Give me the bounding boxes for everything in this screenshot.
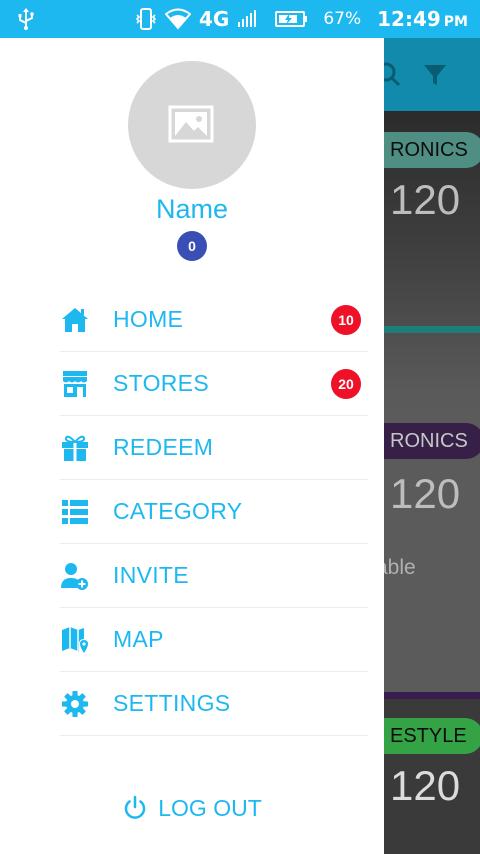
background-toolbar — [384, 38, 480, 111]
menu-item-label: STORES — [113, 370, 209, 396]
home-icon — [62, 308, 88, 332]
battery-percent: 67% — [323, 9, 362, 29]
menu-item-label: HOME — [113, 306, 184, 332]
card-divider — [384, 326, 480, 333]
usb-icon — [18, 8, 34, 30]
card-value: 120 — [390, 470, 461, 517]
menu-item-label: SETTINGS — [113, 690, 231, 716]
store-icon — [63, 371, 87, 397]
gift-icon — [62, 435, 88, 461]
count-badge: 20 — [331, 369, 361, 399]
clock-ampm: PM — [443, 14, 468, 30]
menu-item-label: INVITE — [113, 562, 189, 588]
signal-icon — [238, 10, 257, 27]
card-divider — [384, 692, 480, 699]
gear-icon — [62, 691, 88, 717]
vibrate-icon — [135, 8, 157, 30]
menu-item-invite[interactable]: INVITE — [60, 544, 368, 608]
category-pill: RONICS — [384, 423, 480, 459]
category-pill: RONICS — [384, 132, 480, 168]
menu-item-category[interactable]: CATEGORY — [60, 480, 368, 544]
points-badge: 0 — [177, 231, 207, 261]
image-placeholder-icon — [168, 105, 214, 143]
menu-item-label: CATEGORY — [113, 498, 243, 524]
card-value: 120 — [390, 176, 461, 223]
add-user-icon — [61, 563, 88, 590]
avatar[interactable] — [128, 61, 256, 189]
count-badge: 10 — [331, 305, 361, 335]
menu-item-map[interactable]: MAP — [60, 608, 368, 672]
card-text: able — [384, 556, 416, 579]
battery-icon — [275, 11, 308, 27]
background-app: RONICS 120 RONICS 120 able ESTYLE 120 — [384, 38, 480, 854]
menu-item-home[interactable]: HOME 10 — [60, 288, 368, 352]
profile-name: Name — [155, 194, 229, 224]
menu-item-redeem[interactable]: REDEEM — [60, 416, 368, 480]
navigation-drawer: Name 0 HOME 10 STORES 20 REDEEM CATEGORY… — [0, 38, 384, 854]
category-pill: ESTYLE — [384, 718, 480, 754]
drawer-menu: HOME 10 STORES 20 REDEEM CATEGORY INVITE… — [60, 288, 368, 736]
logout-label: LOG OUT — [158, 794, 262, 821]
list-icon — [62, 500, 88, 524]
card-value: 120 — [390, 762, 461, 809]
network-type: 4G — [198, 7, 230, 31]
logout-button[interactable]: LOG OUT — [0, 790, 384, 826]
filter-icon — [424, 65, 446, 85]
clock-time: 12:49 — [377, 7, 441, 31]
menu-item-stores[interactable]: STORES 20 — [60, 352, 368, 416]
status-bar: 4G 67% 12:49 PM — [0, 0, 480, 38]
menu-item-label: MAP — [113, 626, 164, 652]
power-icon — [125, 795, 146, 819]
wifi-icon — [164, 8, 191, 30]
menu-item-label: REDEEM — [113, 434, 214, 460]
search-icon — [384, 62, 401, 87]
clock: 12:49 PM — [377, 7, 468, 31]
menu-item-settings[interactable]: SETTINGS — [60, 672, 368, 736]
map-icon — [62, 627, 88, 653]
